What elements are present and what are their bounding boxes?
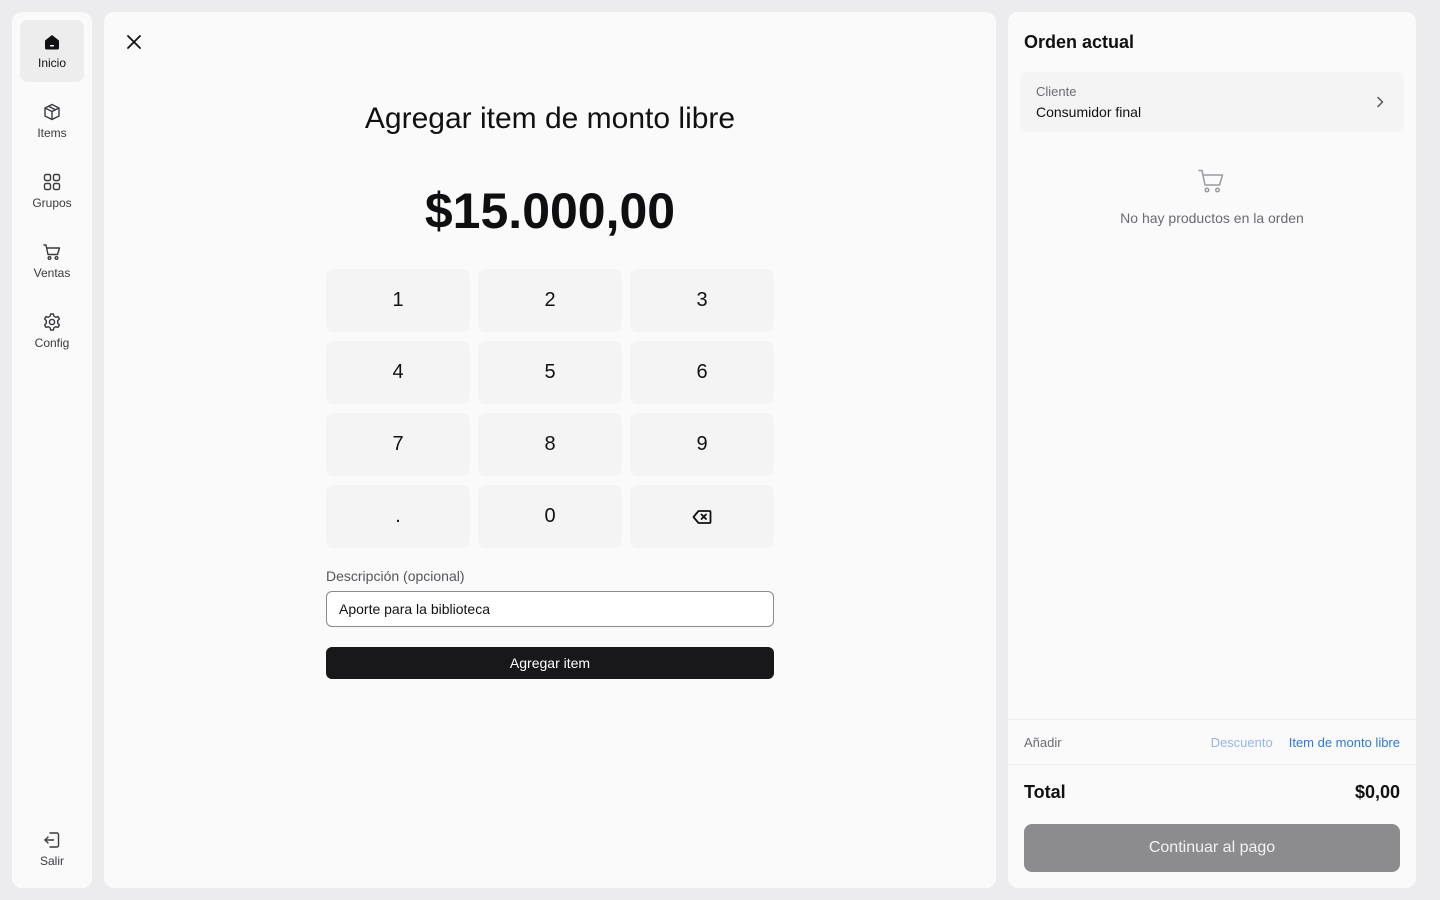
keypad-key-decimal[interactable]: . [326, 485, 470, 548]
add-discount-link[interactable]: Descuento [1211, 735, 1273, 750]
customer-label: Cliente [1036, 84, 1077, 99]
backspace-icon [691, 506, 713, 528]
cart-icon [42, 242, 62, 262]
keypad-key-2[interactable]: 2 [478, 269, 622, 332]
keypad-key-6[interactable]: 6 [630, 341, 774, 404]
description-input[interactable] [326, 591, 774, 627]
numeric-keypad: 1 2 3 4 5 6 7 8 9 . 0 [326, 269, 774, 548]
keypad-key-3[interactable]: 3 [630, 269, 774, 332]
continue-to-payment-button[interactable]: Continuar al pago [1024, 824, 1400, 872]
sidebar-item-label: Grupos [32, 196, 72, 210]
sidebar-item-items[interactable]: Items [20, 90, 84, 152]
home-icon [42, 32, 62, 52]
gear-icon [42, 312, 62, 332]
amount-display: $15.000,00 [424, 183, 676, 239]
sidebar-item-label: Inicio [37, 56, 66, 70]
box-icon [42, 102, 62, 122]
chevron-right-icon [1372, 94, 1388, 110]
sidebar-item-salir[interactable]: Salir [20, 818, 84, 880]
total-label: Total [1024, 782, 1066, 802]
keypad-key-1[interactable]: 1 [326, 269, 470, 332]
order-panel: Orden actual Cliente Consumidor final No… [1008, 12, 1416, 888]
add-label: Añadir [1024, 734, 1062, 750]
sidebar-item-ventas[interactable]: Ventas [20, 230, 84, 292]
close-button[interactable] [122, 30, 146, 54]
cart-icon [1196, 166, 1226, 196]
sidebar-item-label: Salir [39, 854, 64, 868]
close-icon [122, 30, 146, 54]
keypad-key-backspace[interactable] [630, 485, 774, 548]
keypad-key-4[interactable]: 4 [326, 341, 470, 404]
sidebar-item-inicio[interactable]: Inicio [20, 20, 84, 82]
empty-order-message: No hay productos en la orden [1120, 210, 1304, 226]
sidebar-item-label: Items [37, 126, 67, 140]
add-free-item-link[interactable]: Item de monto libre [1289, 735, 1400, 750]
total-row: Total $0,00 [1024, 782, 1400, 803]
logout-icon [42, 830, 62, 850]
keypad-key-5[interactable]: 5 [478, 341, 622, 404]
grid-icon [42, 172, 62, 192]
customer-value: Consumidor final [1036, 104, 1142, 120]
customer-selector[interactable]: Cliente Consumidor final [1020, 72, 1404, 132]
sidebar-item-label: Ventas [33, 266, 71, 280]
sidebar-item-label: Config [34, 336, 70, 350]
description-label: Descripción (opcional) [326, 568, 465, 584]
page-title: Agregar item de monto libre [364, 102, 736, 135]
free-amount-panel: Agregar item de monto libre $15.000,00 1… [104, 12, 996, 888]
sidebar-item-config[interactable]: Config [20, 300, 84, 362]
sidebar-item-grupos[interactable]: Grupos [20, 160, 84, 222]
sidebar: Inicio Items Grupos Ventas Config Salir [12, 12, 92, 888]
keypad-key-9[interactable]: 9 [630, 413, 774, 476]
add-options-row: Añadir Descuento Item de monto libre [1008, 719, 1416, 765]
keypad-key-8[interactable]: 8 [478, 413, 622, 476]
order-title: Orden actual [1024, 32, 1135, 52]
keypad-key-7[interactable]: 7 [326, 413, 470, 476]
keypad-key-0[interactable]: 0 [478, 485, 622, 548]
total-value: $0,00 [1354, 782, 1400, 802]
add-item-button[interactable]: Agregar item [326, 647, 774, 679]
